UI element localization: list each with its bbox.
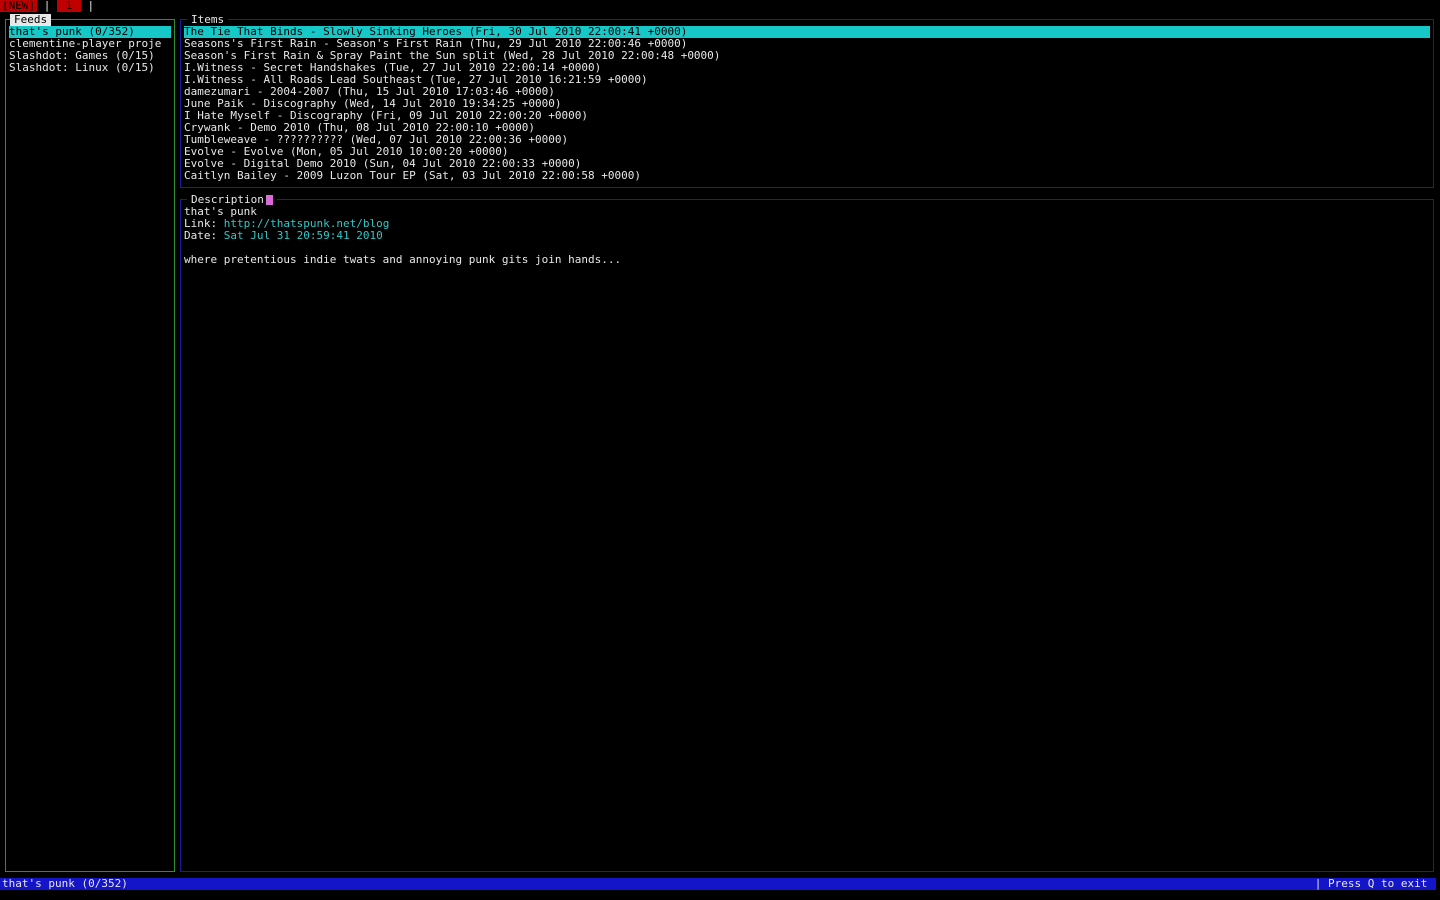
feeds-panel: Feeds that's punk (0/352) clementine-pla… — [5, 14, 175, 872]
feed-item[interactable]: Slashdot: Linux (0/15) — [9, 62, 171, 74]
item-row[interactable]: Caitlyn Bailey - 2009 Luzon Tour EP (Sat… — [184, 170, 1430, 182]
date-value: Sat Jul 31 20:59:41 2010 — [223, 230, 383, 242]
tab-separator: | — [37, 0, 57, 12]
status-bar: that's punk (0/352) | Press Q to exit — [0, 878, 1436, 890]
feed-item-selected[interactable]: that's punk (0/352) — [9, 26, 171, 38]
cursor-block — [265, 195, 273, 205]
item-row[interactable]: Evolve - Digital Demo 2010 (Sun, 04 Jul … — [184, 158, 1430, 170]
items-panel: Items The Tie That Binds - Slowly Sinkin… — [180, 14, 1434, 188]
tab-new[interactable]: [NEW] — [0, 0, 38, 12]
feed-link[interactable]: http://thatspunk.net/blog — [224, 218, 390, 230]
item-row[interactable]: Evolve - Evolve (Mon, 05 Jul 2010 10:00:… — [184, 146, 1430, 158]
description-title-text: Description — [191, 193, 264, 206]
item-row[interactable]: Season's First Rain & Spray Paint the Su… — [184, 50, 1430, 62]
item-row[interactable]: Seasons's First Rain - Season's First Ra… — [184, 38, 1430, 50]
description-link-line: Link: http://thatspunk.net/blog — [184, 218, 1430, 230]
feed-item[interactable]: Slashdot: Games (0/15) — [9, 50, 171, 62]
tab-separator-end: | — [80, 0, 95, 12]
item-row[interactable]: I Hate Myself - Discography (Fri, 09 Jul… — [184, 110, 1430, 122]
description-panel: Description that's punk Link: http://tha… — [180, 194, 1434, 872]
tab-1[interactable]: 1 — [57, 0, 81, 12]
description-date-line: Date: Sat Jul 31 20:59:41 2010 — [184, 230, 1430, 242]
item-row[interactable]: I.Witness - Secret Handshakes (Tue, 27 J… — [184, 62, 1430, 74]
status-right: | Press Q to exit — [1314, 877, 1434, 890]
items-panel-title: Items — [187, 14, 229, 26]
status-left: that's punk (0/352) — [2, 877, 128, 890]
feeds-list: that's punk (0/352) clementine-player pr… — [9, 26, 171, 74]
item-row[interactable]: I.Witness - All Roads Lead Southeast (Tu… — [184, 74, 1430, 86]
date-label: Date: — [184, 230, 224, 242]
description-panel-title: Description — [187, 194, 277, 206]
feed-item[interactable]: clementine-player proje — [9, 38, 171, 50]
items-list: The Tie That Binds - Slowly Sinking Hero… — [184, 26, 1430, 182]
tab-bar: [NEW] | 1 | — [0, 0, 94, 12]
description-feed-name: that's punk — [184, 206, 257, 218]
item-row[interactable]: damezumari - 2004-2007 (Thu, 15 Jul 2010… — [184, 86, 1430, 98]
item-row[interactable]: Crywank - Demo 2010 (Thu, 08 Jul 2010 22… — [184, 122, 1430, 134]
link-label: Link: — [184, 218, 224, 230]
item-row-selected[interactable]: The Tie That Binds - Slowly Sinking Hero… — [184, 26, 1430, 38]
item-row[interactable]: June Paik - Discography (Wed, 14 Jul 201… — [184, 98, 1430, 110]
description-body: that's punk Link: http://thatspunk.net/b… — [184, 206, 1430, 266]
item-row[interactable]: Tumbleweave - ?????????? (Wed, 07 Jul 20… — [184, 134, 1430, 146]
description-text: where pretentious indie twats and annoyi… — [184, 254, 622, 266]
feeds-panel-title: Feeds — [10, 14, 52, 26]
